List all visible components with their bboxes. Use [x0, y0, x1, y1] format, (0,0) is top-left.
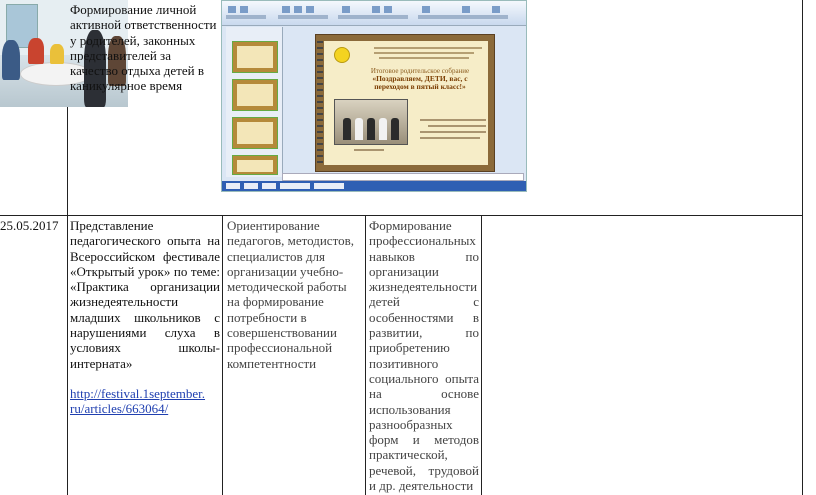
row2-goal: Ориентирование педагогов, методистов, сп…	[227, 218, 354, 371]
smiley-icon	[334, 47, 350, 63]
festival-link-line1: http://festival.1september.	[70, 385, 206, 401]
table-border-col3	[365, 215, 366, 495]
festival-link[interactable]: http://festival.1september. ru/articles/…	[70, 386, 205, 416]
row2-result: Формирование профессиональных навыков по…	[369, 218, 479, 494]
ribbon-toolbar	[222, 1, 526, 26]
slide-thumbnails	[226, 27, 283, 177]
current-slide: Итоговое родительское собрание «Поздравл…	[315, 34, 495, 172]
table-border-col2	[222, 215, 223, 495]
table-border-col4	[481, 215, 482, 495]
slide-title: Итоговое родительское собрание «Поздравл…	[370, 67, 470, 91]
festival-link-line2: ru/articles/663064/	[70, 401, 169, 417]
table-row-divider	[0, 215, 803, 216]
taskbar	[222, 181, 526, 191]
row1-description: Формирование личной активной ответственн…	[70, 2, 217, 94]
notes-pane	[282, 173, 524, 181]
row2-date: 25.05.2017	[0, 218, 59, 233]
slide-group-photo	[334, 99, 408, 145]
table-border-right	[802, 0, 803, 495]
row2-event: Представление педагогического опыта на В…	[70, 218, 220, 417]
row2-event-text: Представление педагогического опыта на В…	[70, 218, 220, 371]
presentation-screenshot: Итоговое родительское собрание «Поздравл…	[221, 0, 527, 192]
